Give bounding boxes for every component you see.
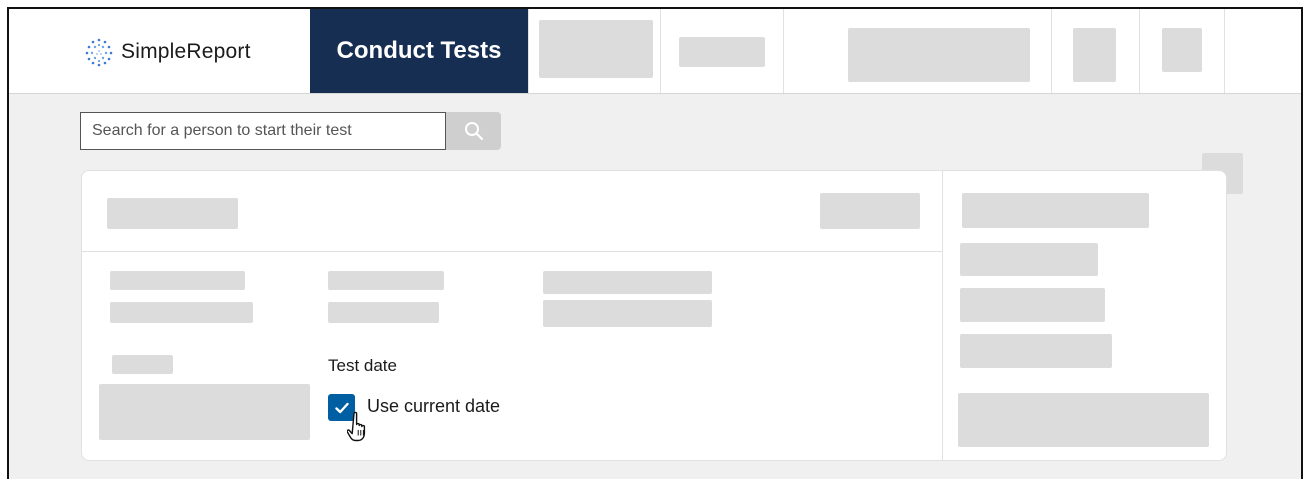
test-date-label: Test date	[328, 356, 397, 375]
dotted-circle-logo-icon	[85, 38, 113, 67]
patient-name-placeholder	[107, 198, 238, 229]
nav-divider	[1224, 9, 1225, 93]
field-placeholder	[110, 302, 253, 323]
card-action-placeholder[interactable]	[820, 193, 920, 229]
field-placeholder	[110, 271, 245, 290]
brand-name: SimpleReport	[121, 40, 251, 63]
field-placeholder	[543, 300, 712, 327]
tab-conduct-tests[interactable]: Conduct Tests	[310, 9, 528, 93]
nav-tab-placeholder-3[interactable]	[848, 28, 1030, 82]
nav-divider	[783, 9, 784, 93]
sidebar-placeholder	[960, 288, 1105, 322]
nav-tab-placeholder-2[interactable]	[679, 37, 765, 67]
hand-pointer-cursor-icon	[347, 411, 366, 442]
nav-divider	[1139, 9, 1140, 93]
field-placeholder	[328, 302, 439, 323]
nav-divider	[1051, 9, 1052, 93]
nav-tab-placeholder-1[interactable]	[539, 20, 653, 78]
sidebar-placeholder	[960, 243, 1098, 276]
search-input[interactable]: Search for a person to start their test	[80, 112, 446, 150]
field-placeholder	[328, 271, 444, 290]
search-icon	[464, 122, 483, 141]
top-nav: SimpleReport Conduct Tests	[9, 9, 1301, 94]
sidebar-placeholder	[962, 193, 1149, 228]
brand-logo[interactable]: SimpleReport	[81, 37, 251, 67]
use-current-date-label[interactable]: Use current date	[367, 396, 500, 417]
card-header-divider	[82, 251, 942, 252]
search-button[interactable]	[446, 112, 501, 150]
nav-tab-placeholder-4[interactable]	[1073, 28, 1116, 82]
app-window: SimpleReport Conduct Tests Search for a …	[7, 7, 1303, 479]
field-label-placeholder	[112, 355, 173, 374]
sidebar-action-placeholder[interactable]	[958, 393, 1209, 447]
field-placeholder	[543, 271, 712, 294]
field-input-placeholder[interactable]	[99, 384, 310, 440]
nav-divider	[528, 9, 529, 93]
test-queue-card: Test date Use current date	[81, 170, 1227, 461]
sidebar-placeholder	[960, 334, 1112, 368]
nav-tab-placeholder-5[interactable]	[1162, 28, 1202, 72]
card-column-divider	[942, 171, 943, 460]
nav-divider	[660, 9, 661, 93]
